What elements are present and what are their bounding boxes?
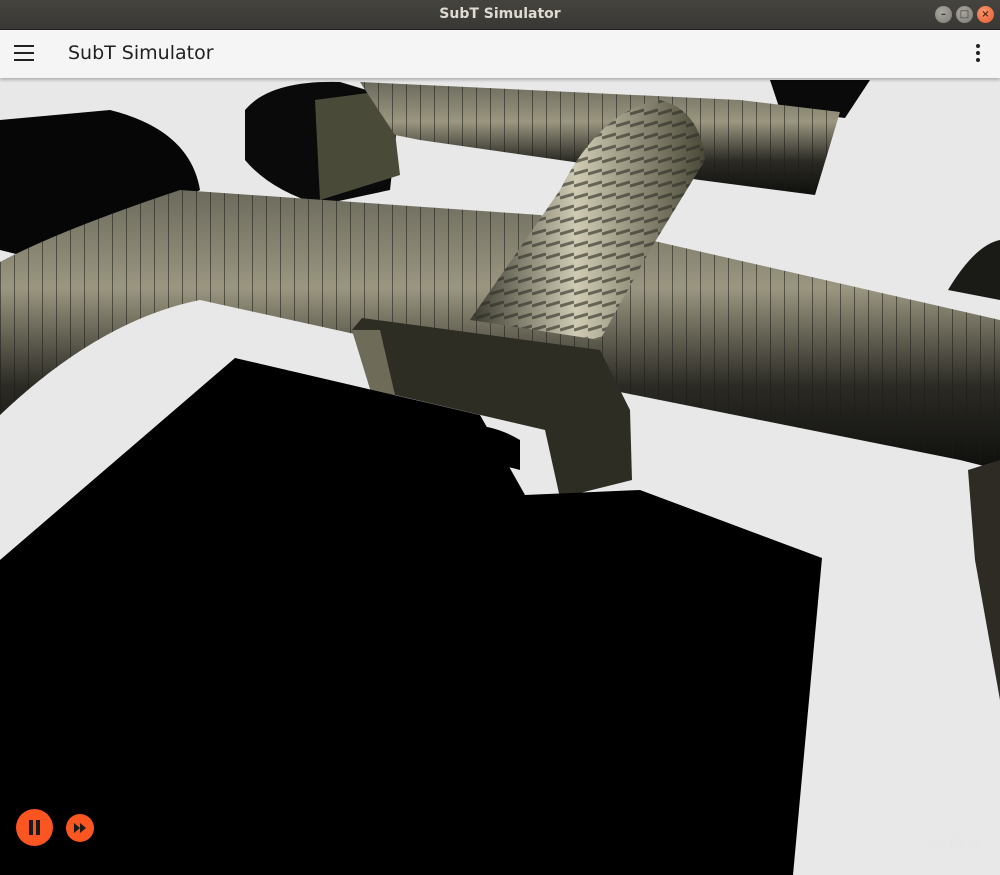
chevron-left-icon[interactable]: ‹	[892, 835, 898, 853]
hamburger-menu-icon[interactable]	[14, 45, 34, 61]
window-controls: – □ ×	[935, 6, 994, 23]
window-titlebar: SubT Simulator – □ ×	[0, 0, 1000, 30]
real-time-factor: 20.78 %	[924, 836, 982, 852]
close-button[interactable]: ×	[977, 6, 994, 23]
more-vertical-icon[interactable]	[974, 44, 982, 64]
maximize-button[interactable]: □	[956, 6, 973, 23]
app-title: SubT Simulator	[68, 42, 214, 64]
step-button[interactable]	[66, 814, 94, 842]
app-bar: SubT Simulator	[0, 30, 1000, 78]
minimize-button[interactable]: –	[935, 6, 952, 23]
fast-forward-icon-part	[80, 823, 86, 833]
scene-render	[0, 78, 1000, 875]
pause-button[interactable]	[16, 809, 53, 846]
window-title: SubT Simulator	[439, 6, 561, 22]
scene-3d-viewport[interactable]	[0, 78, 1000, 875]
